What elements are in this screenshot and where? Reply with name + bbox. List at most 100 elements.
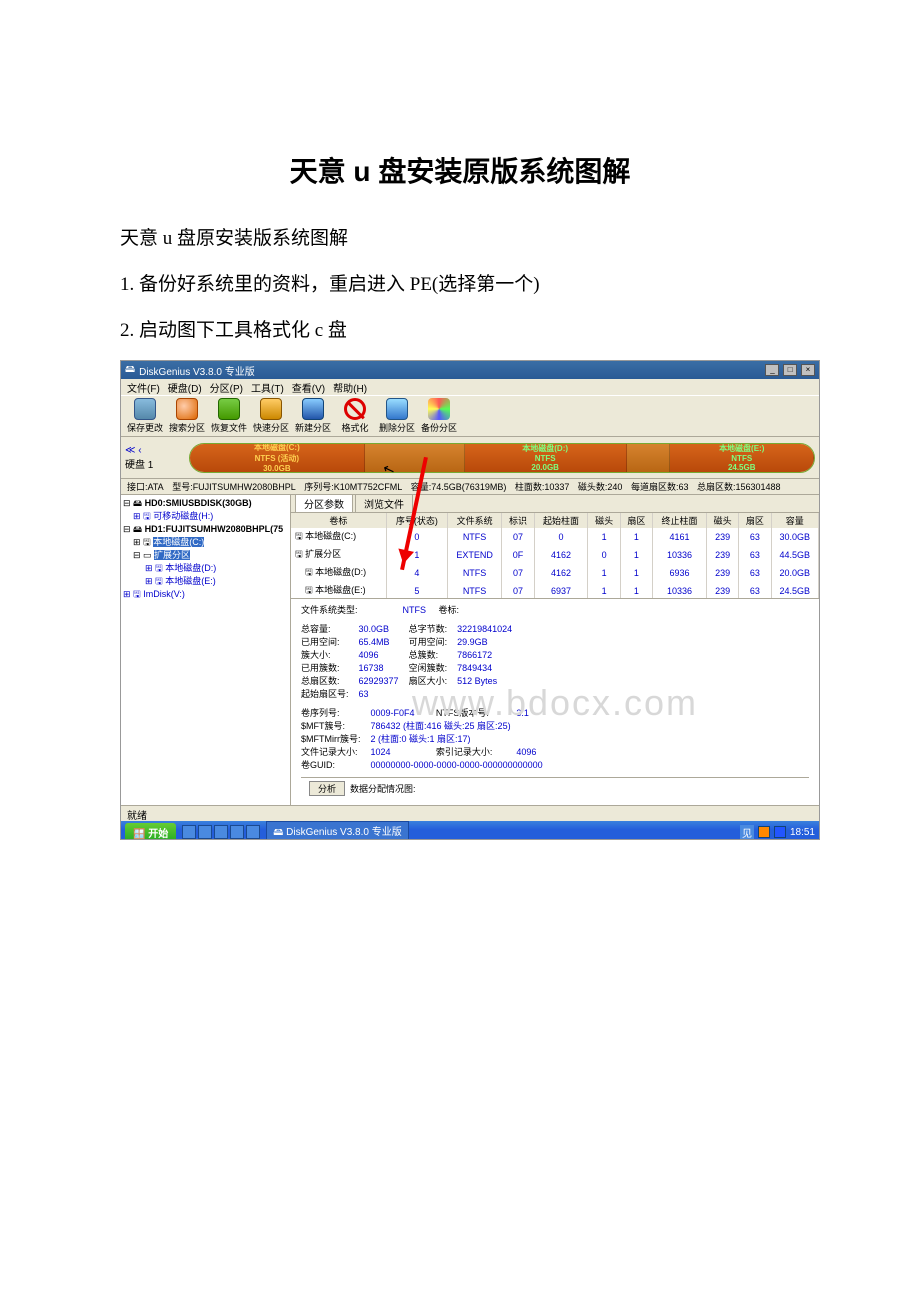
menu-view[interactable]: 查看(V) [290, 380, 327, 394]
menu-file[interactable]: 文件(F) [125, 380, 162, 394]
tray-icon-1[interactable] [758, 826, 770, 838]
col-label[interactable]: 卷标 [291, 513, 386, 528]
tb-delete-label: 删除分区 [379, 421, 415, 434]
col-cap[interactable]: 容量 [771, 513, 818, 528]
tree-c[interactable]: ⊞ 🖫 本地磁盘(C:) [123, 536, 288, 549]
tree-hd1[interactable]: ⊟ 🖴 HD1:FUJITSUMHW2080BHPL(75 [123, 523, 288, 536]
menu-tool[interactable]: 工具(T) [249, 380, 286, 394]
seg-c[interactable]: 本地磁盘(C:) NTFS (活动) 30.0GB [190, 444, 365, 472]
tree-ext[interactable]: ⊟ ▭ 扩展分区 [123, 549, 288, 562]
disk-label: 硬盘 1 [125, 460, 153, 471]
tb-delete[interactable]: 删除分区 [377, 398, 417, 434]
val-vsn: 0009-F0F4 [371, 706, 436, 719]
start-button[interactable]: 🪟 开始 [125, 823, 176, 841]
disk-tree[interactable]: ⊟ 🖴 HD0:SMIUSBDISK(30GB) ⊞ 🖫 可移动磁盘(H:) ⊟… [121, 495, 291, 805]
val-bytes: 32219841024 [457, 622, 522, 635]
lbl-fclus: 空闲簇数: [409, 661, 458, 674]
analyse-button[interactable]: 分析 [309, 781, 345, 796]
lbl-irs: 索引记录大小: [436, 745, 516, 758]
menu-part[interactable]: 分区(P) [208, 380, 245, 394]
info-model: 型号:FUJITSUMHW2080BHPL [172, 482, 296, 492]
close-button[interactable]: × [801, 364, 815, 376]
val-mft: 786432 (柱面:416 磁头:25 扇区:25) [371, 719, 553, 732]
val-guid: 00000000-0000-0000-0000-000000000000 [371, 758, 553, 771]
seg-e[interactable]: 本地磁盘(E:) NTFS 24.5GB [670, 444, 814, 472]
col-fs[interactable]: 文件系统 [447, 513, 501, 528]
tb-search[interactable]: 搜索分区 [167, 398, 207, 434]
col-flag[interactable]: 标识 [502, 513, 534, 528]
tb-backup[interactable]: 备份分区 [419, 398, 459, 434]
seg-c-name: 本地磁盘(C:) [254, 443, 300, 454]
screenshot-diskgenius: 🖴 DiskGenius V3.8.0 专业版 _ □ × 文件(F) 硬盘(D… [120, 360, 820, 840]
task-diskgenius[interactable]: 🖴 DiskGenius V3.8.0 专业版 [266, 821, 409, 841]
tb-recover[interactable]: 恢复文件 [209, 398, 249, 434]
seg-d-name: 本地磁盘(D:) [522, 443, 568, 454]
backup-icon [428, 398, 450, 420]
tray-icon-2[interactable] [774, 826, 786, 838]
doc-step1: 1. 备份好系统里的资料，重启进入 PE(选择第一个) [120, 266, 800, 304]
tb-save[interactable]: 保存更改 [125, 398, 165, 434]
tray-lang-icon[interactable]: 见 [740, 825, 754, 840]
menu-help[interactable]: 帮助(H) [331, 380, 369, 394]
lbl-fstype: 文件系统类型: [301, 605, 358, 615]
minimize-button[interactable]: _ [765, 364, 779, 376]
info-cyl: 柱面数:10337 [515, 482, 570, 492]
lbl-uclus: 已用簇数: [301, 661, 359, 674]
tree-e[interactable]: ⊞ 🖫 本地磁盘(E:) [123, 575, 288, 588]
table-row[interactable]: 🖫 本地磁盘(C:)0NTFS0701141612396330.0GB [291, 528, 819, 546]
doc-step2: 2. 启动图下工具格式化 c 盘 [120, 312, 800, 350]
lbl-tsec: 总扇区数: [301, 674, 359, 687]
table-row[interactable]: 🖫 本地磁盘(E:)5NTFS07693711103362396324.5GB [291, 582, 819, 599]
tree-imdisk[interactable]: ⊞ 🖫 ImDisk(V:) [123, 588, 288, 601]
tb-new[interactable]: 新建分区 [293, 398, 333, 434]
seg-gap1 [365, 444, 465, 472]
quicklaunch[interactable] [182, 825, 260, 839]
col-idx[interactable]: 序号(状态) [386, 513, 447, 528]
new-icon [302, 398, 324, 420]
recover-icon [218, 398, 240, 420]
col-ec[interactable]: 终止柱面 [653, 513, 707, 528]
lbl-guid: 卷GUID: [301, 758, 371, 771]
tb-quick[interactable]: 快速分区 [251, 398, 291, 434]
col-eh[interactable]: 磁头 [706, 513, 738, 528]
maximize-button[interactable]: □ [783, 364, 797, 376]
table-row[interactable]: 🖫 扩展分区1EXTEND0F416201103362396344.5GB [291, 546, 819, 564]
col-sh[interactable]: 磁头 [588, 513, 620, 528]
delete-icon [386, 398, 408, 420]
col-ss[interactable]: 扇区 [620, 513, 652, 528]
val-frs: 1024 [371, 745, 436, 758]
tree-removable[interactable]: ⊞ 🖫 可移动磁盘(H:) [123, 510, 288, 523]
val-clus: 4096 [359, 648, 409, 661]
nav-prev-icon[interactable]: ≪ ‹ [125, 445, 142, 456]
tb-save-label: 保存更改 [127, 421, 163, 434]
search-icon [176, 398, 198, 420]
disk-map[interactable]: 本地磁盘(C:) NTFS (活动) 30.0GB 本地磁盘(D:) NTFS … [189, 443, 815, 473]
disk-map-area: ≪ ‹ 硬盘 1 本地磁盘(C:) NTFS (活动) 30.0GB 本地磁盘(… [121, 437, 819, 479]
tab-params[interactable]: 分区参数 [295, 494, 353, 512]
seg-d[interactable]: 本地磁盘(D:) NTFS 20.0GB [465, 444, 627, 472]
val-tsec: 62929377 [359, 674, 409, 687]
tab-browse[interactable]: 浏览文件 [355, 494, 413, 512]
seg-e-name: 本地磁盘(E:) [719, 443, 764, 454]
val-used: 65.4MB [359, 635, 409, 648]
tb-search-label: 搜索分区 [169, 421, 205, 434]
menu-disk[interactable]: 硬盘(D) [166, 380, 204, 394]
seg-e-type: NTFS [731, 454, 752, 463]
tb-new-label: 新建分区 [295, 421, 331, 434]
partition-table: 卷标 序号(状态) 文件系统 标识 起始柱面 磁头 扇区 终止柱面 磁头 扇区 … [291, 513, 819, 599]
tb-backup-label: 备份分区 [421, 421, 457, 434]
statusbar: 就绪 [121, 805, 819, 821]
lbl-total: 总容量: [301, 622, 359, 635]
tree-hd0[interactable]: ⊟ 🖴 HD0:SMIUSBDISK(30GB) [123, 497, 288, 510]
col-sc[interactable]: 起始柱面 [534, 513, 588, 528]
doc-title: 天意 u 盘安装原版系统图解 [120, 150, 800, 190]
tb-format-label: 格式化 [341, 421, 368, 434]
col-es[interactable]: 扇区 [739, 513, 771, 528]
tb-format[interactable]: 格式化 [335, 398, 375, 434]
tree-d[interactable]: ⊞ 🖫 本地磁盘(D:) [123, 562, 288, 575]
table-row[interactable]: 🖫 本地磁盘(D:)4NTFS0741621169362396320.0GB [291, 564, 819, 582]
alloc-label: 数据分配情况图: [350, 784, 416, 794]
system-tray[interactable]: 见 18:51 [740, 825, 815, 840]
seg-gap2 [627, 444, 671, 472]
seg-d-type: NTFS [535, 454, 556, 463]
